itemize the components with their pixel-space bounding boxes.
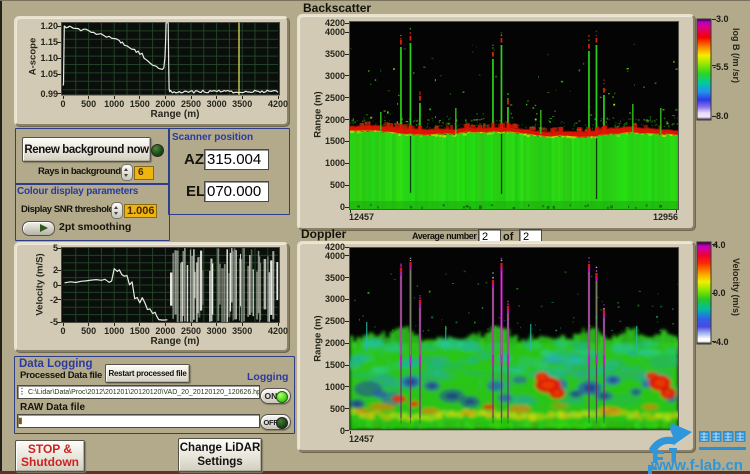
svg-text:www.f-lab.cn: www.f-lab.cn bbox=[650, 457, 743, 474]
